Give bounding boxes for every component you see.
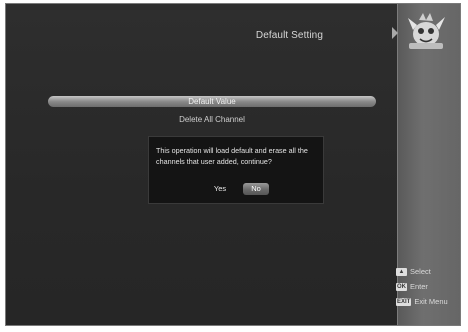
tv-screen: Default Setting Default Value Delete All… (5, 3, 461, 326)
ok-key-icon: OK (396, 283, 407, 291)
no-button[interactable]: No (243, 183, 269, 195)
yes-button[interactable]: Yes (209, 183, 231, 195)
exit-key-icon: EXIT (396, 298, 412, 306)
legend-enter: OK Enter (396, 282, 428, 292)
main-area: Default Setting Default Value Delete All… (6, 4, 397, 325)
legend-select-label: Select (410, 267, 431, 276)
arrow-keys-icon: ▲ (396, 268, 407, 276)
legend-enter-label: Enter (410, 282, 428, 291)
dialog-message: This operation will load default and era… (156, 146, 308, 166)
menu-item-default-value[interactable]: Default Value (48, 96, 376, 107)
legend-exit-menu: EXIT Exit Menu (396, 297, 448, 307)
legend-select: ▲ Select (396, 267, 431, 277)
confirm-dialog: This operation will load default and era… (148, 136, 324, 204)
mascot-logo-icon (405, 10, 447, 52)
page-title: Default Setting (255, 30, 323, 41)
chevron-right-icon (392, 27, 398, 39)
legend-exit-label: Exit Menu (414, 297, 448, 306)
menu-item-delete-all-channel[interactable]: Delete All Channel (48, 114, 376, 125)
